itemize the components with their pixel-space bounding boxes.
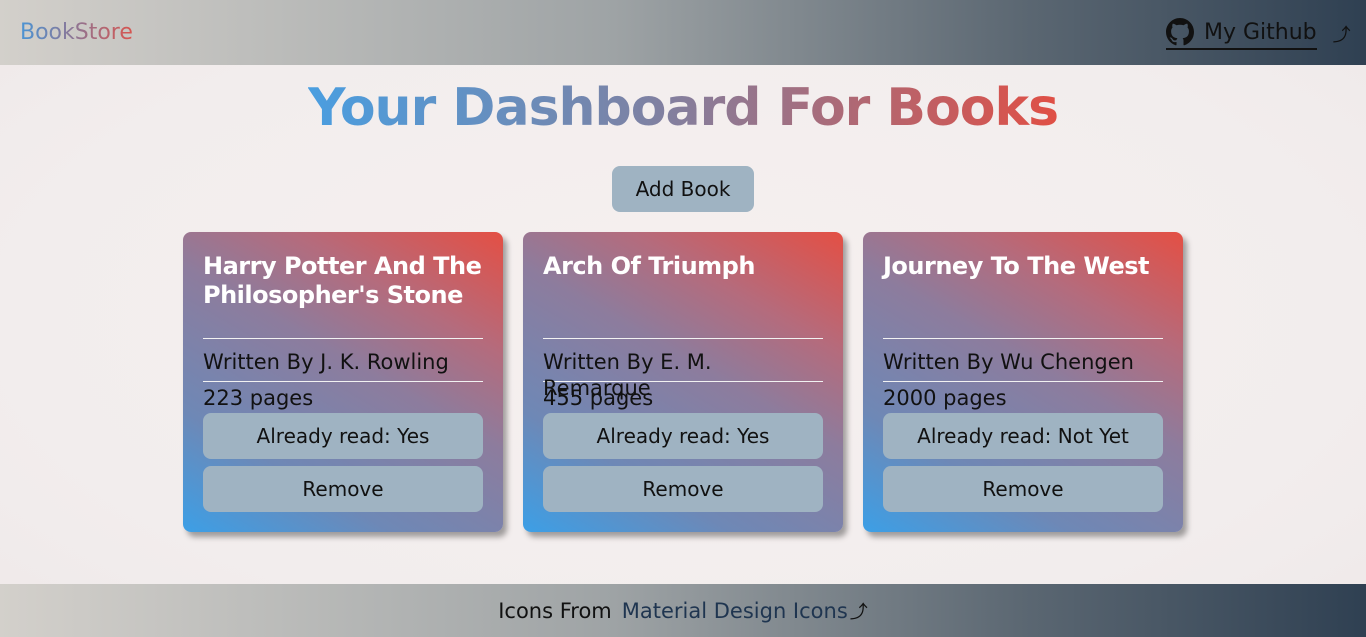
add-book-button[interactable]: Add Book (612, 166, 754, 212)
footer: Icons From Material Design Icons ⤴ (0, 584, 1366, 637)
open-in-new-icon: ⤴ (849, 601, 868, 623)
book-title: Harry Potter And The Philosopher's Stone (203, 252, 482, 309)
book-pages: 455 pages (543, 386, 654, 410)
toggle-read-button[interactable]: Already read: Yes (203, 413, 483, 459)
footer-credit-text: Icons From (498, 598, 612, 623)
top-navbar: BookStore My Github ⤴ (0, 0, 1366, 65)
book-card: Arch Of Triumph Written By E. M. Remarqu… (523, 232, 843, 532)
book-pages: 223 pages (203, 386, 314, 410)
github-link-underline: My Github (1166, 18, 1317, 50)
remove-book-button[interactable]: Remove (543, 466, 823, 512)
book-author: Written By E. M. Remarque (543, 350, 712, 400)
book-title: Arch Of Triumph (543, 252, 755, 280)
toggle-read-button[interactable]: Already read: Not Yet (883, 413, 1163, 459)
github-link-label: My Github (1204, 19, 1317, 45)
book-card: Harry Potter And The Philosopher's Stone… (183, 232, 503, 532)
book-title: Journey To The West (883, 252, 1149, 280)
book-author: Written By Wu Chengen (883, 350, 1134, 374)
page-title: Your Dashboard For Books (307, 78, 1059, 138)
book-card: Journey To The West Written By Wu Chenge… (863, 232, 1183, 532)
remove-book-button[interactable]: Remove (883, 466, 1163, 512)
book-author: Written By J. K. Rowling (203, 350, 449, 374)
open-in-new-icon: ⤴ (1332, 25, 1351, 46)
github-icon (1166, 18, 1194, 46)
remove-book-button[interactable]: Remove (203, 466, 483, 512)
book-pages: 2000 pages (883, 386, 1007, 410)
brand-logo-text[interactable]: BookStore (20, 20, 133, 45)
github-link[interactable]: My Github ⤴ (1166, 18, 1351, 50)
toggle-read-button[interactable]: Already read: Yes (543, 413, 823, 459)
material-design-icons-link[interactable]: Material Design Icons (622, 599, 848, 623)
